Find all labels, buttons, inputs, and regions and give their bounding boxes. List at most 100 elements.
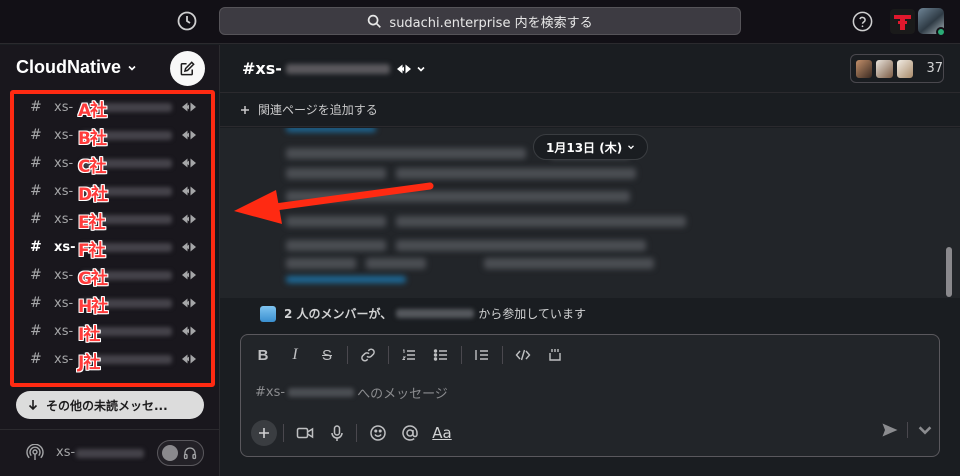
company-annotation-label: E社 (78, 213, 106, 233)
sidebar-channel-item[interactable]: # xs- H社 (14, 289, 210, 317)
channel-prefix: xs- (54, 267, 74, 283)
send-icon[interactable] (881, 421, 899, 439)
sidebar-channel-item[interactable]: # xs- B社 (14, 121, 210, 149)
sidebar-channel-item[interactable]: # xs- C社 (14, 149, 210, 177)
channel-prefix: xs- (54, 99, 74, 115)
channel-prefix: xs- (255, 59, 282, 78)
redacted-text (288, 388, 355, 397)
join-notice-bold: 2 人のメンバーが、 (284, 307, 393, 321)
audio-clip-button[interactable] (324, 420, 350, 446)
redacted-text (366, 258, 426, 269)
channel-prefix: xs- (54, 351, 74, 367)
scrollbar-thumb[interactable] (946, 247, 952, 297)
microphone-icon (331, 425, 343, 441)
chevron-down-icon (417, 66, 425, 72)
company-annotation-label: F社 (78, 241, 106, 261)
compose-button[interactable] (170, 51, 205, 86)
member-avatar (855, 58, 874, 79)
plus-icon (259, 428, 269, 438)
redacted-text (396, 168, 636, 179)
channel-list: # xs- A社 # xs- B社 # xs- C社 # xs- D社 # xs- E社 # xs- F社 # xs-… (14, 93, 210, 373)
channel-hash-icon: # (30, 267, 42, 283)
channel-title[interactable]: # xs- (242, 59, 428, 78)
link-button[interactable] (356, 343, 380, 367)
message-input[interactable]: #xs- へのメッセージ (255, 383, 448, 402)
redacted-text (396, 309, 475, 318)
top-bar: sudachi.enterprise 内を検索する (0, 0, 960, 44)
shared-channel-icon (181, 213, 197, 225)
at-sign-icon (402, 425, 418, 441)
numbered-list-button[interactable] (397, 343, 421, 367)
shared-channel-icon (181, 157, 197, 169)
send-controls (881, 421, 934, 439)
company-annotation-label: G社 (78, 269, 108, 289)
company-annotation-label: C社 (78, 157, 107, 177)
redacted-link (286, 276, 406, 283)
search-placeholder: sudachi.enterprise 内を検索する (389, 15, 593, 31)
bulleted-list-icon (433, 349, 447, 361)
redacted-text (285, 63, 390, 74)
formatting-toggle-button[interactable]: Aa (429, 420, 455, 446)
message-list[interactable]: 1月13日 (木) (220, 128, 960, 298)
code-block-button[interactable] (543, 343, 567, 367)
bookmark-bar[interactable]: 関連ページを追加する (220, 93, 960, 127)
search-bar[interactable]: sudachi.enterprise 内を検索する (219, 7, 741, 35)
sidebar-channel-item[interactable]: # xs- F社 (14, 233, 210, 261)
brand-logo-icon[interactable] (890, 9, 915, 34)
bold-button[interactable]: B (251, 343, 275, 367)
chevron-down-icon[interactable] (916, 421, 934, 439)
redacted-text (286, 240, 386, 251)
date-label: 1月13日 (木) (546, 140, 623, 155)
video-camera-icon (296, 427, 314, 439)
channel-hash-icon: # (30, 239, 42, 255)
channel-hash-icon: # (30, 183, 42, 199)
channel-hash-icon: # (30, 99, 42, 115)
code-button[interactable] (511, 343, 535, 367)
sidebar-channel-item[interactable]: # xs- D社 (14, 177, 210, 205)
huddle-toggle[interactable] (157, 440, 204, 466)
members-button[interactable]: 37 (850, 54, 944, 83)
redacted-text (286, 168, 386, 179)
channel-hash-icon: # (30, 211, 42, 227)
history-icon[interactable] (175, 9, 199, 33)
toggle-knob (162, 445, 178, 461)
shared-channel-icon (181, 353, 197, 365)
channel-hash-icon: # (30, 155, 42, 171)
member-count: 37 (926, 61, 943, 76)
unread-messages-button[interactable]: その他の未読メッセ... (16, 391, 204, 419)
sidebar-channel-item[interactable]: # xs- A社 (14, 93, 210, 121)
workspace-switcher[interactable]: CloudNative (16, 57, 137, 78)
chevron-down-icon (128, 65, 136, 71)
message-placeholder-suffix: へのメッセージ (357, 387, 448, 402)
italic-button[interactable]: I (283, 343, 307, 367)
add-bookmark-label: 関連ページを追加する (258, 103, 378, 117)
shared-channel-icon (396, 64, 411, 73)
strikethrough-button[interactable]: S (315, 343, 339, 367)
bulleted-list-button[interactable] (429, 343, 453, 367)
redacted-text (396, 216, 686, 227)
sidebar-channel-item[interactable]: # xs- J社 (14, 345, 210, 373)
redacted-text (286, 191, 630, 202)
arrow-down-icon (28, 400, 38, 411)
redacted-text (286, 216, 386, 227)
toolbar-divider (388, 346, 389, 364)
company-annotation-label: D社 (78, 185, 108, 205)
sidebar-channel-item[interactable]: # xs- G社 (14, 261, 210, 289)
blockquote-button[interactable] (470, 343, 494, 367)
attach-button[interactable] (251, 420, 277, 446)
shared-channel-icon (181, 269, 197, 281)
video-clip-button[interactable] (292, 420, 318, 446)
search-icon (368, 14, 382, 28)
redacted-text (286, 148, 526, 159)
numbered-list-icon (401, 349, 415, 360)
channel-prefix: xs- (54, 127, 74, 143)
date-divider[interactable]: 1月13日 (木) (533, 134, 649, 160)
shared-channel-icon (181, 297, 197, 309)
help-icon[interactable] (851, 10, 874, 33)
shared-channel-icon (181, 129, 197, 141)
mention-button[interactable] (397, 420, 423, 446)
toolbar-divider (283, 424, 284, 442)
sidebar-channel-item[interactable]: # xs- I社 (14, 317, 210, 345)
sidebar-channel-item[interactable]: # xs- E社 (14, 205, 210, 233)
emoji-button[interactable] (365, 420, 391, 446)
